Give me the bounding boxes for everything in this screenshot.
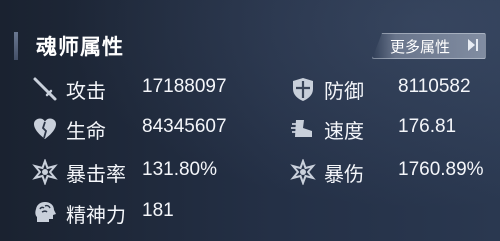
stat-crit-rate: 暴击率 131.80% <box>32 157 262 187</box>
stat-value: 84345607 <box>142 116 227 137</box>
stat-label: 速度 <box>324 119 364 143</box>
stat-label: 防御 <box>324 79 364 103</box>
stat-label: 攻击 <box>66 79 106 103</box>
crit-burst-icon <box>32 159 58 185</box>
title-accent-bar <box>14 32 18 60</box>
stat-label: 生命 <box>66 119 106 143</box>
stat-label: 精神力 <box>66 203 126 227</box>
heart-icon <box>34 118 56 139</box>
stat-attack: 攻击 17188097 <box>32 74 262 104</box>
sword-icon <box>33 77 57 101</box>
more-attributes-label: 更多属性 <box>390 38 451 56</box>
stat-defense: 防御 8110582 <box>290 74 490 104</box>
shield-icon <box>293 78 313 101</box>
panel-title: 魂师属性 <box>36 35 124 59</box>
stat-value: 131.80% <box>142 159 218 180</box>
stat-value: 8110582 <box>398 76 471 97</box>
stat-label: 暴伤 <box>324 162 364 186</box>
more-attributes-button[interactable]: 更多属性 <box>372 33 486 59</box>
stat-hp: 生命 84345607 <box>32 114 262 144</box>
stat-value: 181 <box>142 200 174 221</box>
play-arrow-icon <box>468 39 475 51</box>
stat-value: 17188097 <box>142 76 227 97</box>
boot-icon <box>291 120 312 137</box>
arrow-bar-icon <box>476 39 478 51</box>
stat-label: 暴击率 <box>66 162 126 186</box>
stat-crit-damage: 暴伤 1760.89% <box>290 157 498 187</box>
stat-value: 176.81 <box>398 116 457 137</box>
stat-speed: 速度 176.81 <box>290 114 490 144</box>
crit-burst-icon <box>290 159 316 185</box>
stat-spirit: 精神力 181 <box>32 198 262 228</box>
brain-head-icon <box>35 202 56 222</box>
soul-master-attributes-panel: 魂师属性 更多属性 攻击 17188097 防御 8110582 生命 8434… <box>0 0 500 241</box>
stat-value: 1760.89% <box>398 159 484 180</box>
